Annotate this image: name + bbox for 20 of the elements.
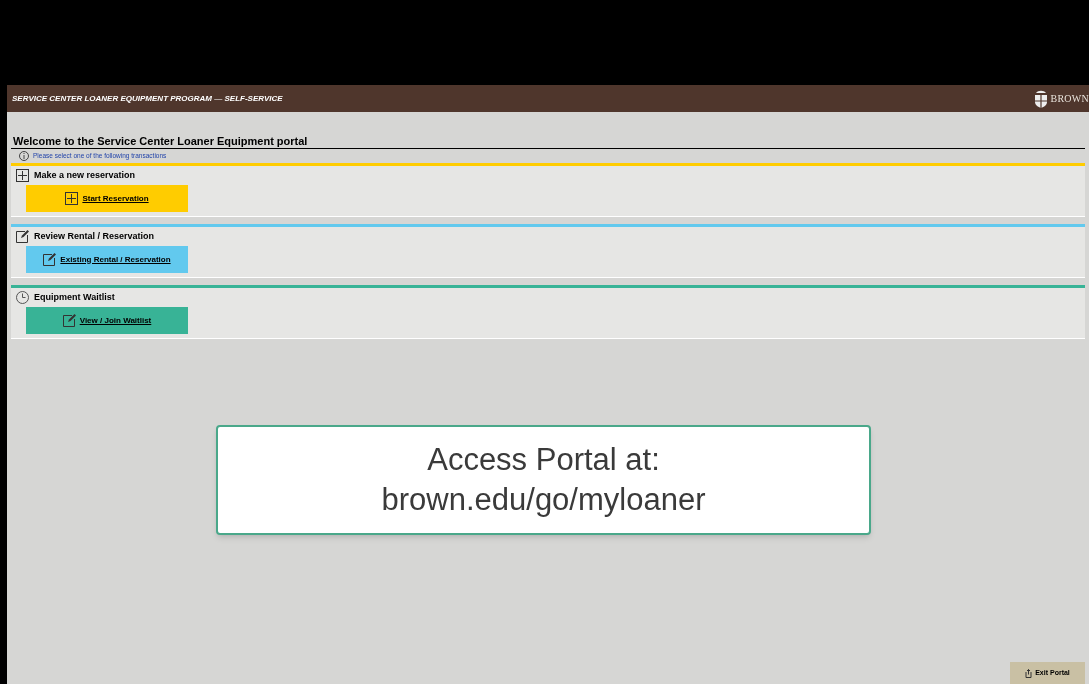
clock-icon [16, 291, 29, 304]
action-button[interactable]: Start Reservation [26, 185, 188, 212]
edit-icon [43, 253, 57, 266]
edit-icon [16, 230, 29, 243]
section-title: Review Rental / Reservation [34, 229, 155, 243]
plus-box-icon [16, 169, 29, 182]
logo-wordmark: BROWN [1050, 92, 1089, 106]
action-button[interactable]: Existing Rental / Reservation [26, 246, 188, 273]
header-title: SERVICE CENTER LOANER EQUIPMENT PROGRAM — SELF-SERVICE [12, 92, 283, 105]
shield-logo-icon [1033, 89, 1048, 108]
announcement-text: Access Portal at: [427, 441, 660, 479]
edit-icon [62, 314, 76, 327]
page-heading: Welcome to the Service Center Loaner Equipment portal [11, 134, 1085, 149]
action-button[interactable]: View / Join Waitlist [26, 307, 188, 334]
plus-box-icon [65, 192, 79, 205]
info-icon [19, 151, 29, 161]
section-title: Equipment Waitlist [34, 290, 115, 304]
exit-icon [1025, 668, 1033, 678]
announcement-text: brown.edu/go/myloaner [381, 481, 706, 519]
section-title: Make a new reservation [34, 168, 136, 182]
